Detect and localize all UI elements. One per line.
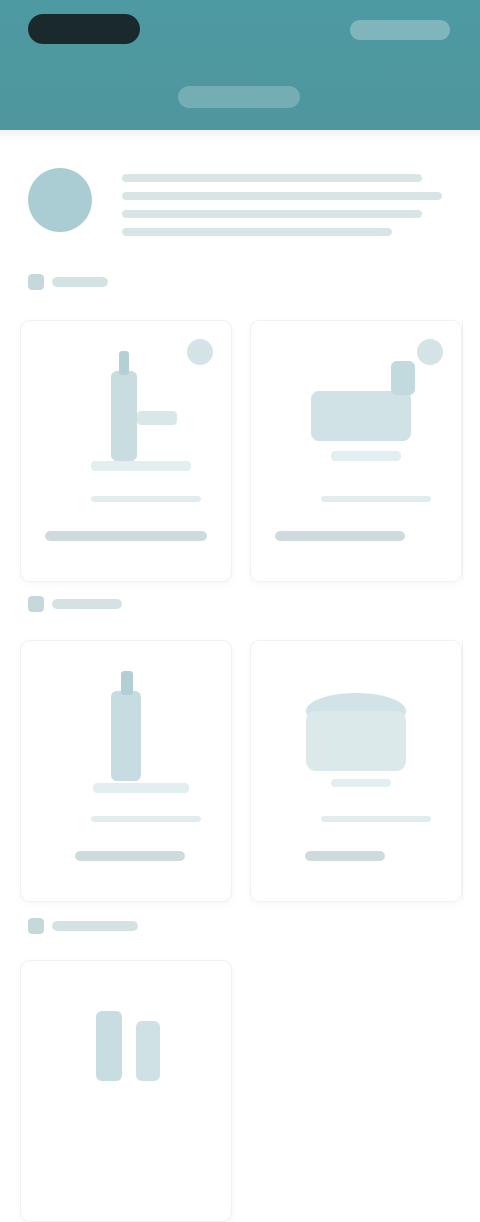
intro-text-line [122,228,392,236]
product-label [45,531,207,541]
image-icon [28,274,44,290]
product-base [91,816,201,822]
app-logo[interactable] [28,14,140,44]
product-image [306,693,406,787]
product-card[interactable] [20,960,232,1222]
intro-text-line [122,174,422,182]
section-header [28,596,122,612]
product-label [275,531,405,541]
product-base [91,496,201,502]
product-base [321,816,431,822]
product-card[interactable] [250,640,462,902]
product-label [305,851,385,861]
section-title-placeholder [52,921,138,931]
section-title-placeholder [52,277,108,287]
image-icon [28,596,44,612]
product-image [96,1011,160,1081]
card-peek [462,640,480,900]
product-image [91,351,191,471]
active-tab[interactable] [178,86,300,108]
header-action-button[interactable] [350,20,450,40]
card-peek [462,320,480,580]
section-header [28,274,108,290]
header-shadow [0,130,480,140]
app-header [0,0,480,130]
image-icon [28,918,44,934]
intro-text-line [122,210,422,218]
product-card[interactable] [20,640,232,902]
product-image [93,671,189,793]
product-card[interactable] [20,320,232,582]
section-title-placeholder [52,599,122,609]
section-header [28,918,138,934]
avatar [28,168,92,232]
intro-block [28,160,448,240]
product-card[interactable] [250,320,462,582]
product-label [75,851,185,861]
product-base [321,496,431,502]
product-image [311,361,415,461]
intro-text-line [122,192,442,200]
